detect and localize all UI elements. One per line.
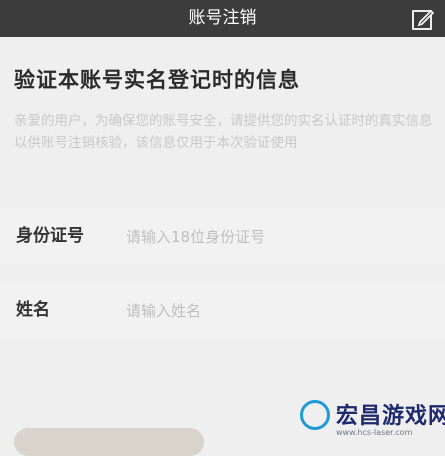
site-logo-icon	[300, 400, 330, 430]
name-label: 姓名	[16, 300, 50, 320]
id-number-input[interactable]	[124, 218, 428, 256]
submit-button[interactable]	[14, 428, 204, 456]
watermark-url: www.hcs-laser.com	[336, 428, 413, 437]
top-bar: 账号注销	[0, 0, 445, 37]
description-text: 亲爱的用户，为确保您的账号安全，请提供您的实名认证时的真实信息以供账号注销核验，…	[14, 113, 433, 151]
page-title: 账号注销	[188, 8, 257, 28]
id-number-row: 身份证号	[0, 208, 445, 264]
edit-icon[interactable]	[411, 7, 435, 31]
site-watermark: 宏昌游戏网 www.hcs-laser.com	[300, 398, 445, 446]
id-number-label: 身份证号	[16, 226, 84, 246]
section-heading: 验证本账号实名登记时的信息	[14, 68, 300, 92]
name-row: 姓名	[0, 282, 445, 338]
name-input[interactable]	[124, 292, 428, 330]
watermark-text: 宏昌游戏网	[336, 404, 445, 429]
